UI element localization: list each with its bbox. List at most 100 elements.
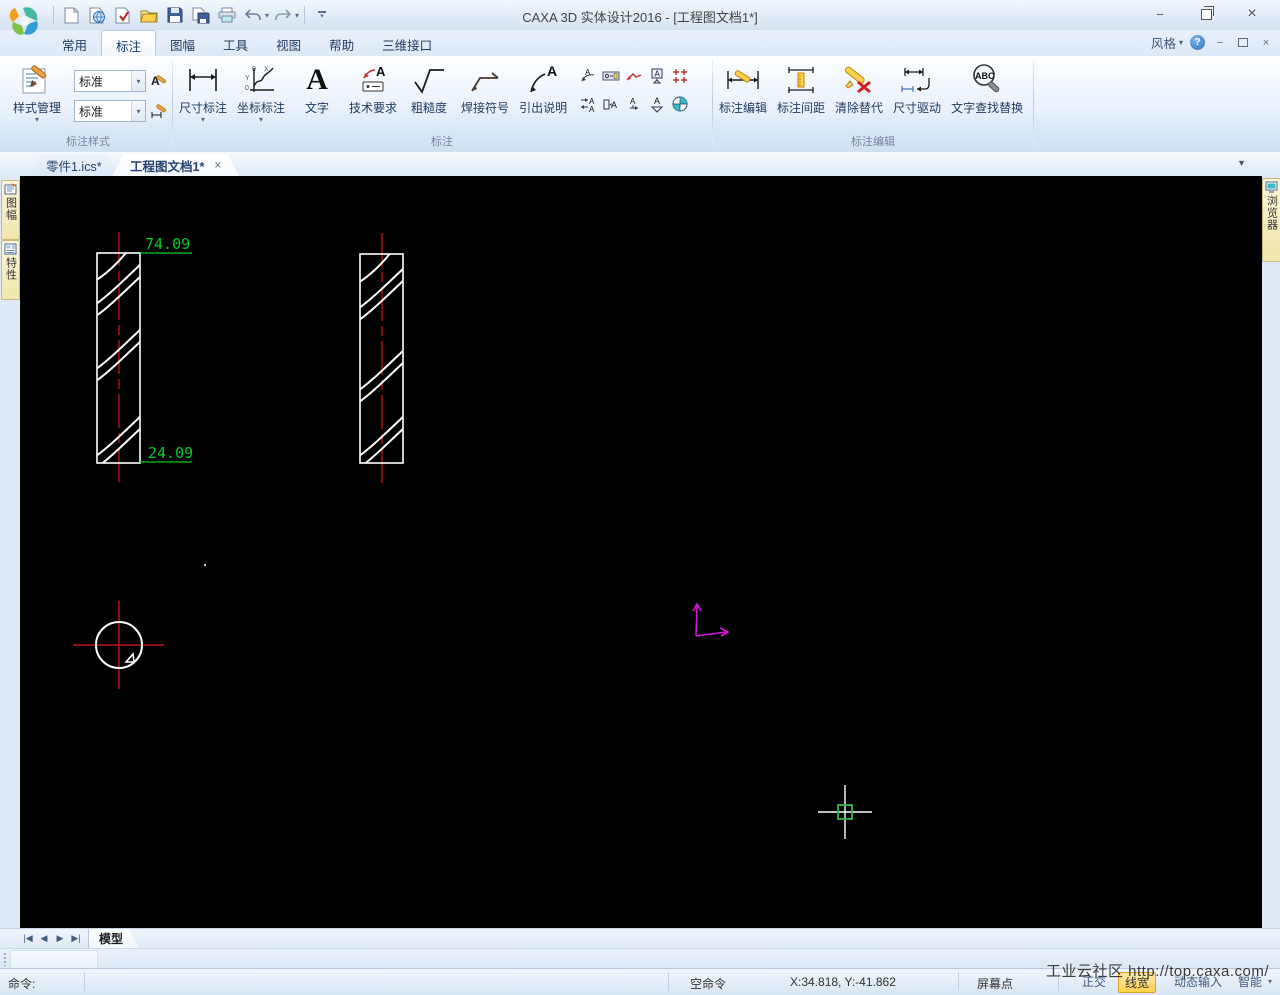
first-sheet-button[interactable]: |◀ [20, 930, 36, 947]
center-mark-pattern-icon[interactable] [670, 66, 690, 86]
text-style-combo[interactable]: 标准 ▾ [74, 70, 146, 92]
pick-mode[interactable]: 屏幕点 [977, 975, 1013, 992]
divider [304, 6, 305, 24]
edit-dimension-button[interactable]: 标注编辑 [714, 58, 772, 115]
tab-close-icon[interactable]: × [214, 158, 221, 172]
datum-target-icon[interactable]: A [647, 94, 667, 114]
dimension-spacing-button[interactable]: 标注间距 [772, 58, 830, 115]
dimension-74[interactable]: 74.09 [140, 235, 192, 253]
center-mark-circle-icon[interactable] [670, 94, 690, 114]
mdi-restore-button[interactable] [1235, 36, 1251, 50]
clear-override-button[interactable]: 清除替代 [830, 58, 888, 115]
prev-sheet-button[interactable]: ◀ [36, 930, 52, 947]
command-input-area[interactable] [10, 950, 98, 969]
doc-tab-part1[interactable]: 零件1.ics* [28, 154, 120, 176]
properties-panel-icon [4, 243, 17, 255]
last-sheet-button[interactable]: ▶| [68, 930, 84, 947]
drawing-canvas[interactable]: 74.09 24.09 [20, 176, 1262, 928]
weld-symbol-icon [467, 61, 503, 99]
dimension-drive-button[interactable]: 尺寸驱动 [888, 58, 946, 115]
doc-tab-drawing1[interactable]: 工程图文档1* × [112, 154, 239, 176]
ribbon-tab-3d-interface[interactable]: 三维接口 [368, 30, 446, 56]
mdi-minimize-button[interactable]: − [1212, 36, 1228, 50]
left-panel-strip: 图幅 特性 [0, 176, 20, 928]
angle-dimension-icon[interactable]: A [578, 66, 598, 86]
command-prompt-label: 命令: [8, 975, 35, 992]
coordinate-dimension-button[interactable]: 0XY0 坐标标注 ▾ [232, 58, 290, 124]
save-as-icon[interactable] [189, 4, 213, 26]
new-drawing-icon[interactable] [111, 4, 135, 26]
undo-icon[interactable] [241, 4, 265, 26]
dim-style-combo[interactable]: 标准 ▾ [74, 100, 146, 122]
text-leader-icon[interactable]: A [624, 94, 644, 114]
svg-text:ABC: ABC [975, 71, 995, 81]
new-file-icon[interactable] [59, 4, 83, 26]
panel-tab-properties[interactable]: 特性 [1, 240, 20, 300]
ribbon-tab-sheet[interactable]: 图幅 [156, 30, 209, 56]
technical-requirement-button[interactable]: A 技术要求 [344, 58, 402, 115]
redo-dropdown-icon[interactable]: ▾ [295, 11, 299, 20]
ribbon-tab-view[interactable]: 视图 [262, 30, 315, 56]
group-annotate: 尺寸标注 ▾ 0XY0 坐标标注 ▾ A 文字 A 技术要求 [174, 56, 710, 151]
dimension-drive-icon [899, 61, 935, 99]
ribbon-tab-tools[interactable]: 工具 [209, 30, 262, 56]
dropdown-icon: ▾ [259, 116, 263, 124]
document-tab-bar: 零件1.ics* 工程图文档1* × ▼ [0, 152, 1280, 176]
dimension-24[interactable]: 24.09 [140, 444, 193, 462]
datum-feature-icon[interactable]: A [647, 66, 667, 86]
dimension-button[interactable]: 尺寸标注 ▾ [174, 58, 232, 124]
svg-text:24.09: 24.09 [148, 444, 193, 462]
workspace: 图幅 特性 浏览器 [0, 176, 1280, 928]
save-icon[interactable] [163, 4, 187, 26]
style-menu[interactable]: 风格 ▾ [1151, 33, 1183, 52]
new-from-template-icon[interactable] [85, 4, 109, 26]
jog-leader-icon[interactable] [624, 66, 644, 86]
svg-text:Y: Y [245, 75, 250, 82]
ribbon-tab-help[interactable]: 帮助 [315, 30, 368, 56]
svg-text:74.09: 74.09 [145, 235, 190, 253]
dim-style-edit-icon[interactable] [149, 101, 169, 121]
customize-qat-icon[interactable]: ▾ [310, 4, 334, 26]
coordinate-dimension-icon: 0XY0 [244, 61, 278, 99]
close-button[interactable]: × [1232, 3, 1272, 25]
print-icon[interactable] [215, 4, 239, 26]
svg-text:A: A [654, 96, 660, 106]
surface-roughness-button[interactable]: 粗糙度 [402, 58, 456, 115]
redo-icon[interactable] [271, 4, 295, 26]
ribbon: 样式管理 ▾ 标准 ▾ A 标准 ▾ [0, 56, 1280, 153]
group-separator [172, 60, 173, 146]
style-manager-button[interactable]: 样式管理 ▾ [8, 58, 66, 124]
open-file-icon[interactable] [137, 4, 161, 26]
help-icon[interactable]: ? [1190, 35, 1205, 50]
next-sheet-button[interactable]: ▶ [52, 930, 68, 947]
divider [668, 972, 669, 991]
svg-text:0: 0 [245, 85, 249, 92]
undo-dropdown-icon[interactable]: ▾ [265, 11, 269, 20]
technical-requirement-icon: A [356, 61, 390, 99]
find-replace-text-button[interactable]: ABC 文字查找替换 [946, 58, 1028, 115]
panel-tab-sheet[interactable]: 图幅 [1, 180, 20, 240]
text-swap-icon[interactable]: AA [578, 94, 598, 114]
app-logo[interactable] [5, 2, 43, 40]
minimize-button[interactable]: − [1140, 3, 1180, 25]
ribbon-tab-row: 常用 标注 图幅 工具 视图 帮助 三维接口 风格 ▾ ? − × [0, 30, 1280, 56]
weld-symbol-button[interactable]: 焊接符号 [456, 58, 514, 115]
style-menu-dropdown-icon: ▾ [1179, 38, 1183, 47]
ribbon-tab-common[interactable]: 常用 [48, 30, 101, 56]
panel-tab-browser[interactable]: 浏览器 [1262, 178, 1280, 262]
restore-icon [1201, 9, 1212, 20]
mdi-close-button[interactable]: × [1258, 36, 1274, 50]
tab-list-dropdown-icon[interactable]: ▼ [1237, 158, 1246, 168]
text-button[interactable]: A 文字 [290, 58, 344, 115]
text-style-edit-icon[interactable]: A [149, 71, 169, 91]
leader-note-button[interactable]: A 引出说明 [514, 58, 572, 115]
command-bar-grip[interactable] [3, 952, 7, 966]
dropdown-icon: ▾ [35, 116, 39, 124]
text-fit-icon[interactable]: A [601, 94, 621, 114]
ribbon-tab-annotate[interactable]: 标注 [101, 30, 156, 56]
tolerance-dimension-icon[interactable] [601, 66, 621, 86]
text-icon: A [306, 61, 328, 99]
restore-button[interactable] [1186, 3, 1226, 25]
sheet-tab-model[interactable]: 模型 [88, 929, 139, 948]
annotate-small-tools: A A AA A [578, 66, 692, 120]
